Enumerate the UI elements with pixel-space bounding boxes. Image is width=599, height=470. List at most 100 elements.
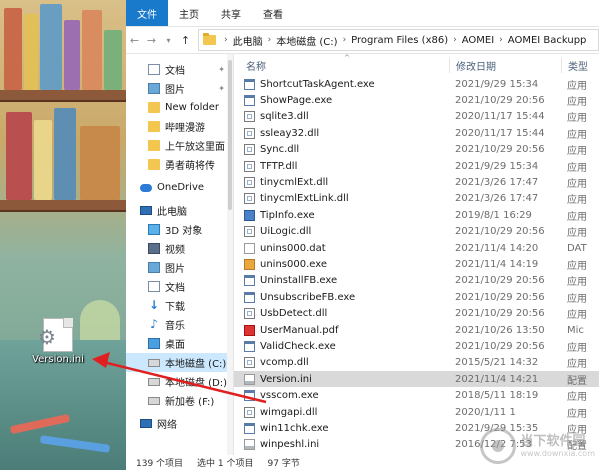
folder-icon [148, 159, 160, 170]
ini-file-icon: ⚙ [38, 318, 73, 352]
nav-item-this-pc[interactable]: 此电脑 [126, 201, 233, 220]
nav-item-onedrive[interactable]: OneDrive [126, 178, 233, 197]
pin-icon[interactable]: ✦ [218, 84, 225, 93]
file-row[interactable]: ShortcutTaskAgent.exe 2021/9/29 15:34 应用 [234, 76, 599, 92]
nav-item-folder[interactable]: 哔哩漫游 [126, 117, 233, 136]
file-date: 2021/3/26 17:47 [455, 193, 539, 205]
file-row[interactable]: TFTP.dll 2021/9/29 15:34 应用 [234, 158, 599, 174]
chevron-right-icon[interactable]: › [453, 35, 457, 45]
file-row[interactable]: Version.ini 2021/11/4 14:21 配置 [234, 371, 599, 388]
file-name: vsscom.exe [260, 390, 319, 402]
file-row[interactable]: TipInfo.exe 2019/8/1 16:29 应用 [234, 207, 599, 223]
file-name-cell: win11chk.exe [244, 422, 449, 434]
exe-file-icon [244, 291, 255, 303]
nav-item-network[interactable]: 网络 [126, 414, 233, 433]
orange-file-icon [244, 258, 255, 270]
watermark-text: 当下软件园 [520, 434, 586, 449]
nav-item-videos[interactable]: 视频 [126, 239, 233, 258]
nav-item-documents-pinned[interactable]: 文档 ✦ [126, 60, 233, 79]
file-row[interactable]: tinycmlExt.dll 2021/3/26 17:47 应用 [234, 174, 599, 190]
dll-file-icon [244, 144, 255, 156]
file-row[interactable]: ssleay32.dll 2020/11/17 15:44 应用 [234, 125, 599, 141]
breadcrumb-program-files[interactable]: Program Files (x86) [351, 35, 448, 46]
file-row[interactable]: UnsubscribeFB.exe 2021/10/29 20:56 应用 [234, 289, 599, 305]
scrollbar-thumb[interactable] [228, 60, 232, 210]
file-date: 2020/11/17 15:44 [455, 111, 545, 123]
file-name-cell: UiLogic.dll [244, 226, 449, 238]
chevron-right-icon[interactable]: › [343, 35, 347, 45]
folder-icon [148, 121, 160, 132]
file-row[interactable]: ValidCheck.exe 2021/10/29 20:56 应用 [234, 338, 599, 354]
nav-scrollbar[interactable] [227, 54, 233, 455]
downloads-icon: ↓ [148, 298, 160, 312]
file-row[interactable]: UiLogic.dll 2021/10/29 20:56 应用 [234, 224, 599, 240]
file-name: tinycmlExtLink.dll [260, 193, 349, 205]
file-row[interactable]: sqlite3.dll 2020/11/17 15:44 应用 [234, 109, 599, 125]
nav-item-music[interactable]: ♪ 音乐 [126, 315, 233, 334]
status-selected-count: 选中 1 个项目 [197, 459, 254, 469]
nav-item-label: 图片 [165, 85, 185, 96]
chevron-right-icon[interactable]: › [499, 35, 503, 45]
file-row[interactable]: vsscom.exe 2018/5/11 18:19 应用 [234, 387, 599, 403]
file-row[interactable]: unins000.dat 2021/11/4 14:20 DAT [234, 240, 599, 256]
file-row[interactable]: UninstallFB.exe 2021/10/29 20:56 应用 [234, 273, 599, 289]
file-row[interactable]: UsbDetect.dll 2021/10/29 20:56 应用 [234, 305, 599, 321]
tab-view[interactable]: 查看 [252, 0, 294, 26]
dll-file-icon [244, 406, 255, 418]
nav-item-pictures-pinned[interactable]: 图片 ✦ [126, 79, 233, 98]
chevron-right-icon[interactable]: › [224, 35, 228, 45]
breadcrumb-aomei-backupper[interactable]: AOMEI Backupp [508, 35, 587, 46]
nav-item-label: 网络 [157, 420, 177, 431]
file-row[interactable]: tinycmlExtLink.dll 2021/3/26 17:47 应用 [234, 191, 599, 207]
nav-item-new-volume-f[interactable]: 新加卷 (F:) [126, 391, 233, 410]
recent-dropdown-icon[interactable]: ▾ [160, 36, 177, 45]
up-arrow-icon[interactable]: ↑ [177, 34, 194, 47]
file-name: unins000.dat [260, 242, 326, 254]
file-name-cell: ValidCheck.exe [244, 340, 449, 352]
file-type: 应用 [567, 113, 587, 125]
file-row[interactable]: unins000.exe 2021/11/4 14:19 应用 [234, 256, 599, 272]
file-row[interactable]: Sync.dll 2021/10/29 20:56 应用 [234, 142, 599, 158]
chevron-right-icon[interactable]: › [268, 35, 272, 45]
breadcrumb-local-disk-c[interactable]: 本地磁盘 (C:) [276, 33, 337, 48]
drive-icon [148, 396, 160, 405]
nav-item-local-disk-d[interactable]: 本地磁盘 (D:) [126, 372, 233, 391]
tab-home[interactable]: 主页 [168, 0, 210, 26]
back-arrow-icon[interactable]: ← [126, 34, 143, 47]
wallpaper-book [40, 4, 62, 90]
file-row[interactable]: vcomp.dll 2015/5/21 14:32 应用 [234, 355, 599, 371]
tab-file[interactable]: 文件 [126, 0, 168, 26]
nav-item-pictures[interactable]: 图片 [126, 258, 233, 277]
nav-item-3d-objects[interactable]: 3D 对象 [126, 220, 233, 239]
column-header-date[interactable]: 修改日期 [449, 57, 561, 73]
file-type: 应用 [567, 392, 587, 404]
nav-item-folder[interactable]: 上午放这里面 [126, 136, 233, 155]
nav-item-downloads[interactable]: ↓ 下载 [126, 296, 233, 315]
file-name-cell: vcomp.dll [244, 357, 449, 369]
column-header-type[interactable]: 类型 [561, 57, 588, 73]
breadcrumb[interactable]: › 此电脑 › 本地磁盘 (C:) › Program Files (x86) … [198, 29, 599, 51]
tab-share[interactable]: 共享 [210, 0, 252, 26]
desktop-file-version-ini[interactable]: ⚙ Version.ini [18, 318, 98, 365]
nav-item-local-disk-c[interactable]: 本地磁盘 (C:) [126, 353, 233, 372]
file-name-cell: ShortcutTaskAgent.exe [244, 78, 449, 90]
nav-item-new-folder[interactable]: New folder [126, 98, 233, 117]
nav-item-label: 本地磁盘 (D:) [165, 378, 228, 389]
pin-icon[interactable]: ✦ [218, 65, 225, 74]
forward-arrow-icon[interactable]: → [143, 34, 160, 47]
breadcrumb-this-pc[interactable]: 此电脑 [233, 33, 263, 48]
nav-item-documents[interactable]: 文档 [126, 277, 233, 296]
nav-item-desktop[interactable]: 桌面 [126, 334, 233, 353]
file-row[interactable]: wimgapi.dll 2020/1/11 1 应用 [234, 404, 599, 420]
nav-item-label: 上午放这里面 [165, 142, 225, 153]
file-row[interactable]: ShowPage.exe 2021/10/29 20:56 应用 [234, 92, 599, 108]
file-name: unins000.exe [260, 258, 328, 270]
file-row[interactable]: UserManual.pdf 2021/10/26 13:50 Mic [234, 322, 599, 338]
file-name: ssleay32.dll [260, 127, 320, 139]
file-list: ShortcutTaskAgent.exe 2021/9/29 15:34 应用 Sh… [234, 76, 599, 453]
nav-item-folder[interactable]: 勇者萌将传 [126, 155, 233, 174]
wallpaper-book [54, 108, 76, 200]
file-explorer-window: 文件 主页 共享 查看 ← → ▾ ↑ › 此电脑 › 本地磁盘 (C:) › … [126, 0, 599, 470]
file-name-cell: vsscom.exe [244, 390, 449, 402]
breadcrumb-aomei[interactable]: AOMEI [462, 35, 494, 46]
